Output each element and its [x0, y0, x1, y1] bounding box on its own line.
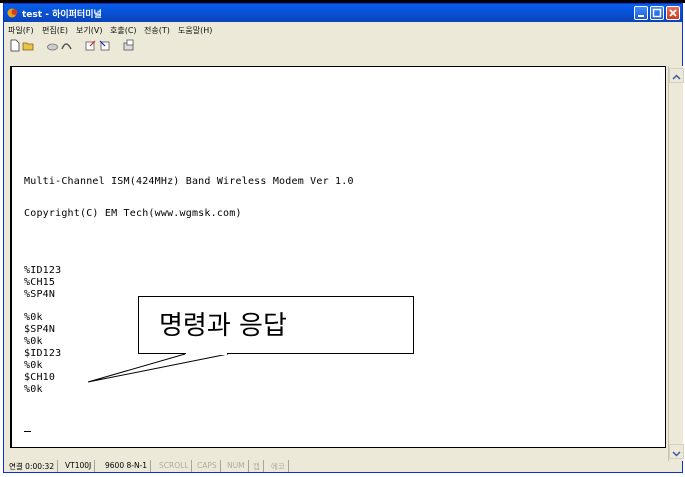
window-title: test - 하이퍼터미널 — [22, 10, 102, 20]
status-port-settings: 9600 8-N-1 — [102, 460, 152, 472]
hyperterminal-window: test - 하이퍼터미널 파일(F) 편집(E) 보기(V) 호출(C) 전송… — [3, 3, 684, 473]
title-bar[interactable]: test - 하이퍼터미널 — [4, 4, 682, 22]
arrow-up-icon — [672, 74, 681, 80]
scroll-down-button[interactable] — [669, 444, 684, 459]
status-print-echo: 에코 — [268, 460, 289, 472]
vertical-scrollbar[interactable] — [668, 66, 684, 461]
terminal-line: %ID123 — [24, 265, 62, 276]
terminal-line: %SP4N — [24, 289, 56, 300]
terminal-line: %0k — [24, 360, 43, 371]
status-emulation: VT100J — [62, 460, 96, 472]
minimize-icon — [638, 15, 644, 17]
terminal-line: %CH15 — [24, 277, 56, 288]
scroll-up-button[interactable] — [669, 68, 684, 83]
terminal-line: Copyright(C) EM Tech(www.wgmsk.com) — [24, 208, 242, 219]
terminal-line: $ID123 — [24, 348, 62, 359]
text-cursor — [24, 431, 31, 432]
menu-view[interactable]: 보기(V) — [76, 25, 102, 36]
menu-transfer[interactable]: 전송(T) — [144, 25, 170, 36]
status-bar: 연결 0:00:32 VT100J 9600 8-N-1 SCROLL CAPS… — [4, 459, 682, 473]
maximize-button[interactable] — [650, 6, 664, 20]
terminal-line: %0k — [24, 336, 43, 347]
close-icon — [669, 9, 677, 17]
menu-edit[interactable]: 편집(E) — [42, 25, 68, 36]
callout-text: 명령과 응답 — [159, 311, 287, 341]
disconnect-icon[interactable] — [60, 39, 73, 52]
status-connected-time: 연결 0:00:32 — [6, 460, 59, 472]
terminal-line: $SP4N — [24, 324, 56, 335]
minimize-button[interactable] — [634, 6, 648, 20]
menu-help[interactable]: 도움말(H) — [178, 25, 212, 36]
terminal-line: %0k — [24, 312, 43, 323]
properties-icon[interactable] — [122, 39, 135, 52]
menu-file[interactable]: 파일(F) — [8, 25, 34, 36]
terminal-output[interactable]: Multi-Channel ISM(424MHz) Band Wireless … — [10, 66, 666, 448]
terminal-line: $CH10 — [24, 372, 56, 383]
menu-call[interactable]: 호출(C) — [110, 25, 137, 36]
maximize-icon — [652, 8, 662, 18]
open-folder-icon[interactable] — [22, 39, 35, 52]
status-scroll: SCROLL — [156, 460, 193, 472]
receive-icon[interactable] — [98, 39, 111, 52]
callout-box: 명령과 응답 — [138, 296, 414, 354]
call-icon[interactable] — [46, 39, 59, 52]
terminal-line: Multi-Channel ISM(424MHz) Band Wireless … — [24, 176, 354, 187]
new-document-icon[interactable] — [8, 39, 21, 52]
status-num: NUM — [224, 460, 249, 472]
status-capture: 캡 — [250, 460, 264, 472]
hyperterminal-app-icon[interactable] — [7, 7, 19, 19]
send-icon[interactable] — [84, 39, 97, 52]
terminal-line: %0k — [24, 384, 43, 395]
status-caps: CAPS — [194, 460, 221, 472]
close-button[interactable] — [666, 6, 680, 20]
